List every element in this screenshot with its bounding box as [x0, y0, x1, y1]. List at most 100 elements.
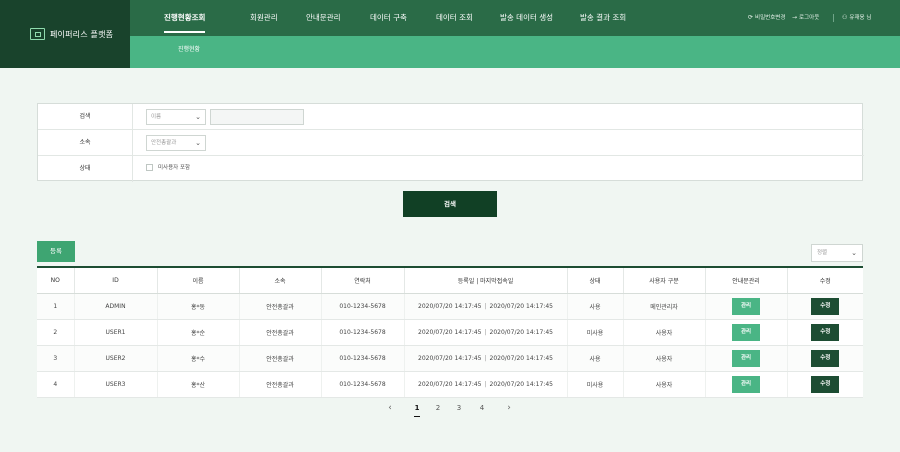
cell-manage: 관리	[704, 319, 787, 346]
search-type-value: 이름	[151, 114, 162, 120]
cell-edit: 수정	[786, 319, 863, 346]
cell-registered: 2020/07/20 14:17:45	[418, 354, 482, 362]
chevron-down-icon: ⌄	[195, 139, 201, 147]
nav-item-notices[interactable]: 안내문관리	[306, 0, 341, 36]
edit-button[interactable]: 수정	[811, 349, 840, 367]
table-row: 3 USER2 홍*수 안전총괄과 010-1234-5678 2020/07/…	[37, 345, 863, 372]
nav-item-send-create[interactable]: 발송 데이터 생성	[500, 0, 553, 36]
cell-status: 미사용	[566, 319, 623, 346]
search-input[interactable]	[210, 109, 304, 125]
cell-id: ADMIN	[73, 293, 157, 320]
date-divider: |	[484, 354, 487, 362]
col-id: ID	[73, 266, 157, 294]
cell-dept: 안전총괄과	[238, 345, 321, 372]
nav-item-members[interactable]: 회원관리	[250, 0, 278, 36]
chevron-left-icon[interactable]: ‹	[384, 400, 396, 416]
password-change-link[interactable]: ⟳ 비밀번호변경	[748, 0, 785, 36]
cell-manage: 관리	[704, 293, 787, 320]
include-inactive-label: 미사용자 포함	[158, 165, 191, 171]
col-notice-manage: 안내문관리	[704, 266, 787, 294]
register-button[interactable]: 등록	[37, 241, 75, 262]
cell-name: 홍*산	[156, 371, 239, 398]
cell-no: 3	[37, 345, 74, 372]
chevron-down-icon: ⌄	[851, 249, 857, 257]
cell-dates: 2020/07/20 14:17:45 | 2020/07/20 14:17:45	[403, 293, 567, 320]
table-row: 1 ADMIN 홍*동 안전총괄과 010-1234-5678 2020/07/…	[37, 293, 863, 320]
cell-last-login: 2020/07/20 14:17:45	[489, 302, 553, 310]
edit-button[interactable]: 수정	[811, 323, 840, 341]
cell-status: 사용	[566, 293, 623, 320]
include-inactive-checkbox[interactable]: 미사용자 포함	[146, 163, 190, 171]
logo[interactable]: 페이퍼리스 플랫폼	[0, 0, 130, 68]
cell-dates: 2020/07/20 14:17:45 | 2020/07/20 14:17:45	[403, 319, 567, 346]
cell-registered: 2020/07/20 14:17:45	[418, 380, 482, 388]
subnav-item-progress[interactable]: 진행현황	[178, 36, 200, 64]
nav-item-data-query[interactable]: 데이터 조회	[436, 0, 473, 36]
user-name: 유재웅 님	[849, 15, 872, 21]
manage-button[interactable]: 관리	[732, 323, 760, 341]
cell-status: 미사용	[566, 371, 623, 398]
logout-link[interactable]: → 로그아웃	[792, 0, 819, 36]
manage-button[interactable]: 관리	[732, 349, 760, 367]
search-row-dept: 소속 안전총괄과 ⌄	[38, 130, 864, 156]
col-no: NO	[37, 266, 74, 294]
edit-button[interactable]: 수정	[811, 297, 840, 315]
sort-select[interactable]: 정렬 ⌄	[811, 244, 863, 262]
cell-no: 1	[37, 293, 74, 320]
checkbox-icon[interactable]	[146, 163, 153, 171]
manage-button[interactable]: 관리	[732, 375, 760, 393]
nav-item-send-result[interactable]: 발송 결과 조회	[580, 0, 626, 36]
cell-last-login: 2020/07/20 14:17:45	[489, 380, 553, 388]
cell-dept: 안전총괄과	[238, 319, 321, 346]
dept-select[interactable]: 안전총괄과 ⌄	[146, 135, 206, 151]
cell-dates: 2020/07/20 14:17:45 | 2020/07/20 14:17:45	[403, 371, 567, 398]
table-row: 2 USER1 홍*순 안전총괄과 010-1234-5678 2020/07/…	[37, 319, 863, 346]
cell-registered: 2020/07/20 14:17:45	[418, 328, 482, 336]
col-status: 상태	[566, 266, 623, 294]
password-change-label: 비밀번호변경	[755, 15, 786, 21]
cell-user-type: 메인관리자	[622, 293, 705, 320]
page-2[interactable]: 2	[432, 400, 444, 416]
edit-button[interactable]: 수정	[811, 375, 840, 393]
cell-manage: 관리	[704, 345, 787, 372]
table-row: 4 USER3 홍*산 안전총괄과 010-1234-5678 2020/07/…	[37, 371, 863, 398]
page-1[interactable]: 1	[411, 400, 423, 417]
nav-item-progress[interactable]: 진행현황조회	[164, 0, 206, 36]
app-title: 페이퍼리스 플랫폼	[50, 29, 114, 39]
col-dept: 소속	[238, 266, 321, 294]
top-navigation: 진행현황조회 회원관리 안내문관리 데이터 구축 데이터 조회 발송 데이터 생…	[130, 0, 900, 36]
logout-label: 로그아웃	[799, 15, 820, 21]
table-header-row: NO ID 이름 소속 연락처 등록일 | 마지막접속일 상태 사용자 구분 안…	[37, 266, 863, 294]
pagination: ‹ 1 2 3 4 ›	[0, 400, 900, 417]
cell-phone: 010-1234-5678	[320, 371, 404, 398]
cell-user-type: 사용자	[622, 345, 705, 372]
cell-phone: 010-1234-5678	[320, 319, 404, 346]
chevron-right-icon[interactable]: ›	[503, 400, 515, 416]
sub-navigation: 진행현황	[130, 36, 900, 68]
cell-edit: 수정	[786, 345, 863, 372]
search-type-select[interactable]: 이름 ⌄	[146, 109, 206, 125]
search-button[interactable]: 검색	[403, 191, 497, 217]
user-menu[interactable]: ⚇ 유재웅 님	[842, 0, 871, 36]
cell-id: USER2	[73, 345, 157, 372]
page-4[interactable]: 4	[476, 400, 488, 416]
date-divider: |	[484, 302, 487, 310]
sort-select-value: 정렬	[817, 250, 828, 256]
search-row-status: 상태 미사용자 포함	[38, 156, 864, 182]
page-3[interactable]: 3	[453, 400, 465, 416]
cell-dept: 안전총괄과	[238, 371, 321, 398]
chevron-down-icon: ⌄	[195, 113, 201, 121]
cell-user-type: 사용자	[622, 319, 705, 346]
cell-phone: 010-1234-5678	[320, 345, 404, 372]
manage-button[interactable]: 관리	[732, 297, 760, 315]
util-divider	[833, 14, 834, 22]
cell-no: 2	[37, 319, 74, 346]
cell-id: USER1	[73, 319, 157, 346]
date-divider: |	[484, 380, 487, 388]
nav-item-data-build[interactable]: 데이터 구축	[370, 0, 407, 36]
refresh-icon: ⟳	[748, 14, 754, 21]
cell-name: 홍*순	[156, 319, 239, 346]
col-user-type: 사용자 구분	[622, 266, 705, 294]
cell-last-login: 2020/07/20 14:17:45	[489, 328, 553, 336]
col-dates: 등록일 | 마지막접속일	[403, 266, 567, 294]
